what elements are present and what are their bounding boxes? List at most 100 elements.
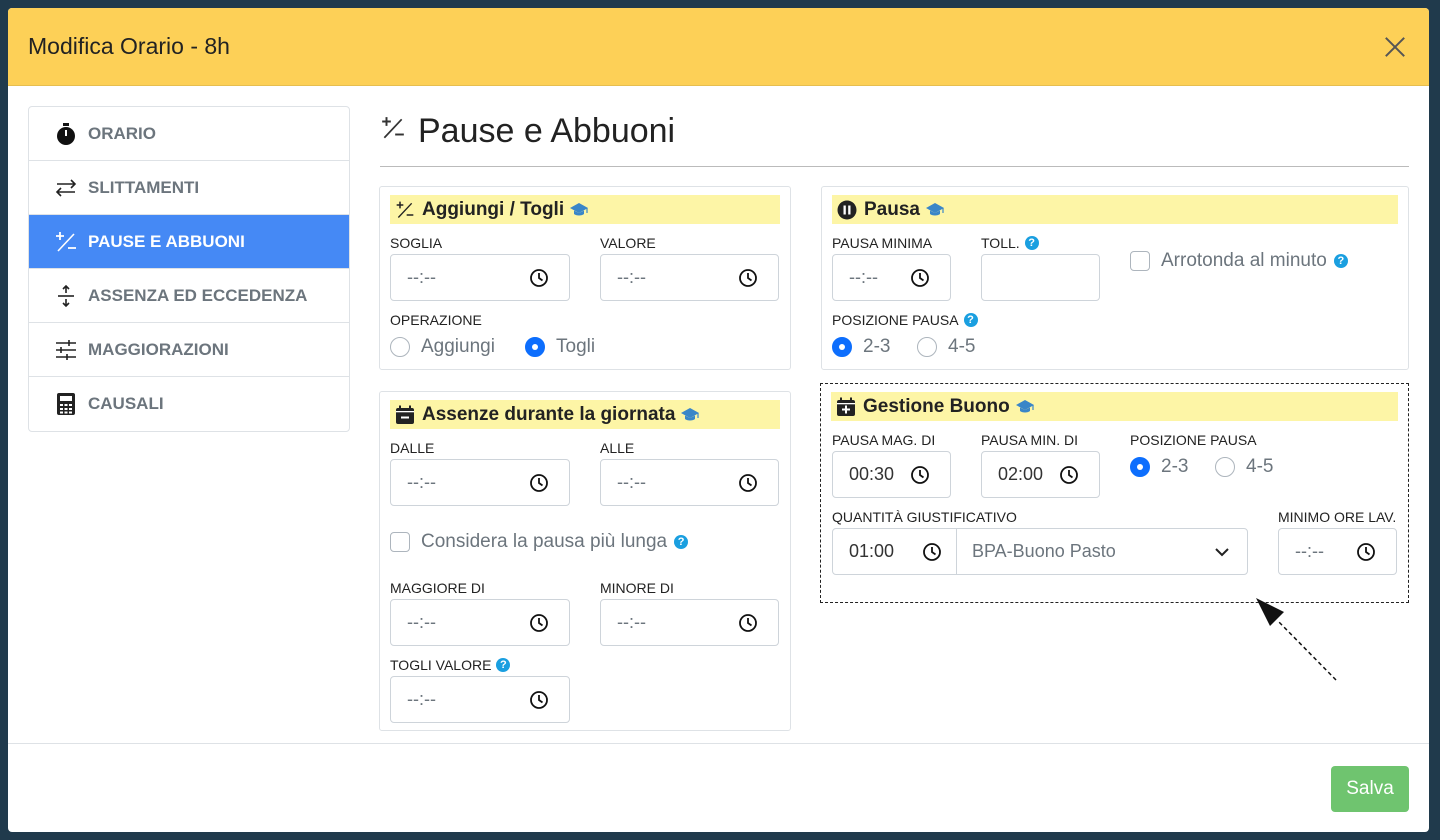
operazione-label: OPERAZIONE bbox=[390, 312, 482, 328]
radio-aggiungi[interactable]: Aggiungi bbox=[390, 336, 495, 358]
radio-dot[interactable] bbox=[1215, 457, 1235, 477]
pausa-minima-label: PAUSA MINIMA bbox=[832, 235, 933, 251]
calculator-icon bbox=[54, 392, 78, 416]
help-icon[interactable]: ? bbox=[674, 535, 689, 549]
help-icon[interactable]: ? bbox=[1024, 236, 1039, 250]
clock-icon[interactable] bbox=[1356, 542, 1376, 562]
radio-dot[interactable] bbox=[390, 337, 410, 357]
valore-label: VALORE bbox=[600, 235, 656, 251]
pausa-minima-input[interactable]: --:-- bbox=[832, 254, 951, 301]
sidebar-item-pause-e-abbuoni[interactable]: PAUSE E ABBUONI bbox=[29, 215, 349, 269]
quantita-value: 01:00 bbox=[849, 541, 895, 561]
checkbox-box[interactable] bbox=[390, 532, 410, 552]
plus-slash-minus-icon bbox=[380, 115, 406, 148]
sidebar-item-maggiorazioni[interactable]: MAGGIORAZIONI bbox=[29, 323, 349, 377]
arrows-left-right-icon bbox=[54, 176, 78, 200]
considera-checkbox[interactable]: Considera la pausa più lunga ? bbox=[390, 531, 689, 553]
pausa-min-input[interactable]: 02:00 bbox=[981, 451, 1100, 498]
radio-buono-4-5[interactable]: 4-5 bbox=[1215, 456, 1273, 478]
graduation-cap-icon[interactable] bbox=[924, 199, 946, 221]
card-title: Assenze durante la giornata bbox=[422, 403, 676, 425]
radio-pausa-4-5[interactable]: 4-5 bbox=[917, 336, 975, 358]
radio-togli[interactable]: Togli bbox=[525, 336, 595, 358]
card-title: Aggiungi / Togli bbox=[422, 198, 565, 220]
soglia-input[interactable]: --:-- bbox=[390, 254, 570, 301]
minimo-ore-input[interactable]: --:-- bbox=[1278, 528, 1397, 575]
causale-select-value: BPA-Buono Pasto bbox=[972, 541, 1116, 561]
card-title: Pausa bbox=[864, 198, 920, 220]
close-icon[interactable] bbox=[1381, 33, 1409, 61]
dalle-input[interactable]: --:-- bbox=[390, 459, 570, 506]
clock-icon[interactable] bbox=[529, 690, 549, 710]
sidebar-item-label: CAUSALI bbox=[88, 394, 164, 413]
arrows-vertical-expand-icon bbox=[54, 284, 78, 308]
minore-input[interactable]: --:-- bbox=[600, 599, 779, 646]
sidebar-item-label: ASSENZA ED ECCEDENZA bbox=[88, 285, 308, 305]
card-header: Assenze durante la giornata bbox=[390, 400, 780, 429]
chevron-down-icon bbox=[1215, 548, 1229, 557]
clock-icon[interactable] bbox=[738, 613, 758, 633]
graduation-cap-icon[interactable] bbox=[568, 199, 590, 221]
maggiore-value: --:-- bbox=[407, 612, 436, 632]
sidebar-item-slittamenti[interactable]: SLITTAMENTI bbox=[29, 161, 349, 215]
radio-pausa-2-3[interactable]: 2-3 bbox=[832, 336, 890, 358]
radio-label: 4-5 bbox=[1246, 456, 1274, 477]
clock-icon[interactable] bbox=[738, 473, 758, 493]
toll-input[interactable] bbox=[981, 254, 1100, 301]
clock-icon[interactable] bbox=[910, 268, 930, 288]
pausa-minima-value: --:-- bbox=[849, 267, 878, 287]
pausa-mag-input[interactable]: 00:30 bbox=[832, 451, 951, 498]
sidebar-item-orario[interactable]: ORARIO bbox=[29, 107, 349, 161]
sidebar-item-assenza-ed-eccedenza[interactable]: ASSENZA ED ECCEDENZA bbox=[29, 269, 349, 323]
alle-input[interactable]: --:-- bbox=[600, 459, 779, 506]
card-pausa: Pausa PAUSA MINIMA --:-- TOLL. ? Arroton… bbox=[821, 186, 1409, 370]
clock-icon[interactable] bbox=[1059, 465, 1079, 485]
help-icon[interactable]: ? bbox=[1333, 254, 1348, 268]
togli-valore-input[interactable]: --:-- bbox=[390, 676, 570, 723]
togli-valore-label: TOGLI VALORE ? bbox=[390, 657, 511, 673]
plus-slash-minus-icon bbox=[54, 230, 78, 254]
sliders-icon bbox=[54, 338, 78, 362]
clock-icon[interactable] bbox=[910, 465, 930, 485]
modal-dialog: Modifica Orario - 8h ORARIO SLITTAMENTI bbox=[8, 8, 1429, 832]
valore-input[interactable]: --:-- bbox=[600, 254, 779, 301]
clock-icon[interactable] bbox=[529, 268, 549, 288]
radio-label: Aggiungi bbox=[421, 336, 495, 357]
valore-value: --:-- bbox=[617, 267, 646, 287]
quantita-label: QUANTITÀ GIUSTIFICATIVO bbox=[832, 509, 1017, 525]
clock-icon[interactable] bbox=[529, 473, 549, 493]
pausa-min-label: PAUSA MIN. DI bbox=[981, 432, 1078, 448]
dalle-label: DALLE bbox=[390, 440, 435, 456]
buono-posizione-label: POSIZIONE PAUSA bbox=[1130, 432, 1257, 448]
togli-valore-label-text: TOGLI VALORE bbox=[390, 657, 492, 673]
modal-footer: Salva bbox=[8, 743, 1429, 832]
graduation-cap-icon[interactable] bbox=[679, 404, 701, 426]
radio-dot[interactable] bbox=[525, 337, 545, 357]
sidebar-item-label: ORARIO bbox=[88, 123, 156, 143]
gestione-buono-highlight: Gestione Buono PAUSA MAG. DI 00:30 PAUSA… bbox=[820, 383, 1409, 603]
clock-icon[interactable] bbox=[922, 542, 942, 562]
pausa-mag-value: 00:30 bbox=[849, 464, 895, 484]
help-icon[interactable]: ? bbox=[963, 313, 978, 327]
radio-dot[interactable] bbox=[832, 337, 852, 357]
checkbox-box[interactable] bbox=[1130, 251, 1150, 271]
card-header: Pausa bbox=[832, 195, 1398, 224]
graduation-cap-icon[interactable] bbox=[1014, 396, 1036, 418]
causale-select[interactable]: BPA-Buono Pasto bbox=[956, 528, 1248, 575]
sidebar-item-causali[interactable]: CAUSALI bbox=[29, 377, 349, 431]
plus-slash-minus-icon bbox=[394, 199, 416, 221]
radio-buono-2-3[interactable]: 2-3 bbox=[1130, 456, 1188, 478]
radio-dot[interactable] bbox=[1130, 457, 1150, 477]
save-button[interactable]: Salva bbox=[1331, 766, 1409, 812]
clock-icon[interactable] bbox=[529, 613, 549, 633]
quantita-input[interactable]: 01:00 bbox=[832, 528, 957, 575]
clock-icon[interactable] bbox=[738, 268, 758, 288]
minore-label: MINORE DI bbox=[600, 580, 674, 596]
soglia-label: SOGLIA bbox=[390, 235, 443, 251]
help-icon[interactable]: ? bbox=[496, 658, 511, 672]
arrotonda-checkbox[interactable]: Arrotonda al minuto ? bbox=[1130, 250, 1348, 272]
minimo-ore-value: --:-- bbox=[1295, 541, 1324, 561]
page-title: Pause e Abbuoni bbox=[380, 112, 675, 151]
maggiore-input[interactable]: --:-- bbox=[390, 599, 570, 646]
radio-dot[interactable] bbox=[917, 337, 937, 357]
